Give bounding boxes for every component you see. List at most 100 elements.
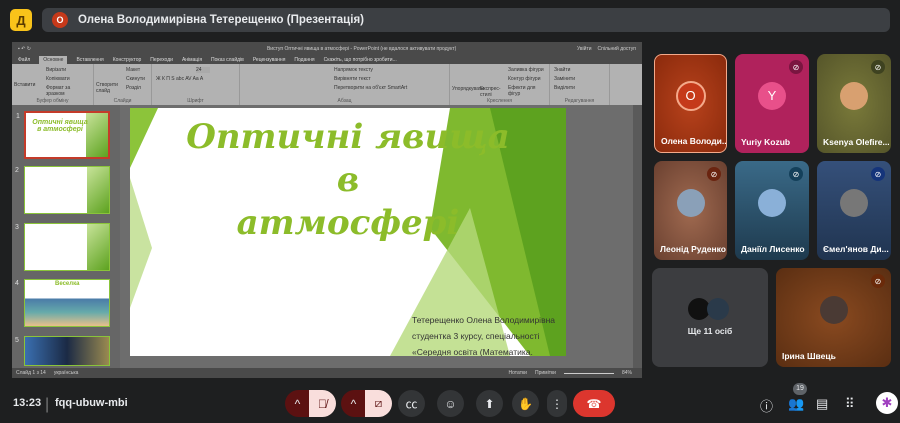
slide-thumbnail[interactable]: 1 Оптичні явища в атмосфері <box>16 111 110 159</box>
avatar <box>840 81 868 110</box>
tab-review[interactable]: Рецензування <box>253 57 286 63</box>
group-label: Абзац <box>337 98 352 104</box>
camera-off-button[interactable]: ⧄ <box>365 390 392 417</box>
language[interactable]: українська <box>54 370 79 376</box>
gemini-icon[interactable]: ✱ <box>876 392 898 414</box>
present-button[interactable]: ⬆ <box>476 390 503 417</box>
align-text-button[interactable]: Вирівняти текст <box>334 76 445 82</box>
participant-name: Олена Володи... <box>661 136 727 146</box>
format-painter-button[interactable]: Формат за зразком <box>46 85 89 97</box>
font-format-buttons[interactable]: Ж К П S abc AV Aa A <box>156 76 235 82</box>
participant-tile[interactable]: О Олена Володи... <box>654 54 727 153</box>
more-participants-tile[interactable]: Ще 11 осіб <box>652 268 768 367</box>
vertical-scrollbar[interactable] <box>633 105 642 368</box>
share-button[interactable]: Спільний доступ <box>598 46 636 52</box>
title-line: Оптичні явища <box>186 117 510 157</box>
shape-fill-button[interactable]: Заливка фігури <box>508 67 545 73</box>
ppt-status-bar: Слайд 1 з 14 українська Нотатки Примітки… <box>12 368 642 378</box>
thumb-title: Веселка <box>55 281 80 287</box>
tab-file[interactable]: Файл <box>18 57 30 63</box>
slide-thumbnail[interactable]: 4 Веселка <box>15 279 110 327</box>
font-size-select[interactable]: 24 <box>196 67 210 73</box>
participant-name: Леонід Руденко <box>660 244 726 254</box>
zoom-slider[interactable] <box>563 372 614 374</box>
copy-button[interactable]: Копіювати <box>46 76 89 82</box>
more-options-button[interactable]: ⋮ <box>547 390 567 417</box>
slide-thumbnail[interactable]: 5 <box>15 336 110 366</box>
new-slide-button[interactable]: Створити слайд <box>96 82 122 94</box>
activities-icon[interactable]: ⠿ <box>845 396 855 412</box>
mic-off-button[interactable]: 🎙̸ <box>309 390 336 417</box>
mic-off-icon: ⊘ <box>871 60 885 74</box>
clipboard-group: Вирізати Копіювати Формат за зразком Вст… <box>12 64 94 105</box>
tab-design[interactable]: Конструктор <box>113 57 142 63</box>
slide-canvas: Оптичні явища в атмосфері Тетерещенко Ол… <box>130 108 566 356</box>
cut-button[interactable]: Вирізати <box>46 67 89 73</box>
paste-button[interactable]: Вставити <box>14 82 35 88</box>
participant-tile[interactable]: ⊘ Ksenya Olefire... <box>817 54 891 153</box>
meeting-code: fqq-ubuw-mbi <box>55 397 128 409</box>
mic-off-icon: ⊘ <box>789 167 803 181</box>
slide-thumbnail[interactable]: 2 <box>15 166 110 214</box>
thumb-title: Оптичні явища в атмосфері <box>32 119 88 133</box>
people-icon[interactable]: 👥 <box>788 396 804 412</box>
tab-view[interactable]: Подання <box>294 57 314 63</box>
presentation-title: Олена Володимирівна Тетерещенко (Презент… <box>78 14 364 26</box>
tab-animation[interactable]: Анімація <box>182 57 202 63</box>
audio-options-button[interactable]: ^ <box>285 390 310 417</box>
find-button[interactable]: Знайти <box>554 67 605 73</box>
captions-button[interactable]: ㏄ <box>398 390 425 417</box>
participant-tile[interactable]: ⊘ Ірина Швець <box>776 268 891 367</box>
select-button[interactable]: Виділити <box>554 85 605 91</box>
slide-counter: Слайд 1 з 14 <box>16 370 46 376</box>
replace-button[interactable]: Замінити <box>554 76 605 82</box>
ppt-titlebar: ▪ ↶ ↻ Виступ Оптичні явища в атмосфері -… <box>12 42 642 55</box>
tab-transitions[interactable]: Переходи <box>150 57 173 63</box>
smartart-button[interactable]: Перетворити на об'єкт SmartArt <box>334 85 445 91</box>
participant-tile[interactable]: ⊘ Даніїл Лисенко <box>735 161 809 260</box>
comments-button[interactable]: Примітки <box>535 370 556 376</box>
thumb-number: 2 <box>15 167 19 174</box>
chat-icon[interactable]: ▤ <box>816 396 828 412</box>
thumb-decoration <box>87 167 109 213</box>
notes-button[interactable]: Нотатки <box>509 370 527 376</box>
shape-outline-button[interactable]: Контур фігури <box>508 76 545 82</box>
group-label: Слайди <box>113 98 132 104</box>
raise-hand-button[interactable]: ✋ <box>512 390 539 417</box>
tab-slideshow[interactable]: Показ слайдів <box>211 57 244 63</box>
participant-tile[interactable]: ⊘ Леонід Руденко <box>654 161 727 260</box>
ppt-window-title: Виступ Оптичні явища в атмосфері - Power… <box>266 45 457 52</box>
info-icon[interactable]: ⓘ <box>760 396 773 415</box>
leave-call-button[interactable]: ☎ <box>573 390 615 417</box>
thumb-number: 1 <box>16 113 20 120</box>
tab-insert[interactable]: Вставлення <box>76 57 103 63</box>
subtitle-line: «Середня освіта (Математика. Фізика)» <box>412 347 533 356</box>
participant-tile[interactable]: ⊘ Ємел'янов Ди... <box>817 161 891 260</box>
presentation-title-bar: О Олена Володимирівна Тетерещенко (Презе… <box>42 8 890 32</box>
video-options-button[interactable]: ^ <box>341 390 366 417</box>
title-line: в <box>336 160 360 200</box>
zoom-level[interactable]: 84% <box>622 370 632 376</box>
ppt-ribbon: Вирізати Копіювати Формат за зразком Вст… <box>12 64 642 105</box>
mic-off-icon: ⊘ <box>871 274 885 288</box>
sign-in-link[interactable]: Увійти <box>577 46 592 52</box>
avatar <box>758 188 786 217</box>
slide-thumbnail[interactable]: 3 <box>15 223 110 271</box>
reset-button[interactable]: Скинути <box>126 76 147 82</box>
mic-off-icon: ⊘ <box>871 167 885 181</box>
text-direction-button[interactable]: Напрямок тексту <box>334 67 445 73</box>
participant-name: Ksenya Olefire... <box>823 137 890 147</box>
section-button[interactable]: Розділ <box>126 85 147 91</box>
editing-group: Знайти Замінити Виділити Редагування <box>550 64 610 105</box>
avatar: Y <box>758 81 786 110</box>
slide-thumbnails-panel: 1 Оптичні явища в атмосфері 2 3 4 Веселка … <box>12 105 120 368</box>
layout-button[interactable]: Макет <box>126 67 147 73</box>
quick-styles-button[interactable]: Експрес-стилі <box>480 86 504 98</box>
tell-me-input[interactable]: Скажіть, що потрібно зробити... <box>324 57 397 63</box>
group-label: Креслення <box>487 98 512 104</box>
emoji-button[interactable]: ☺ <box>437 390 464 417</box>
participant-tile[interactable]: ⊘ Y Yuriy Kozub <box>735 54 809 153</box>
tab-home[interactable]: Основне <box>39 55 68 64</box>
mic-off-icon: ⊘ <box>789 60 803 74</box>
shape-effects-button[interactable]: Ефекти для фігур <box>508 85 545 97</box>
